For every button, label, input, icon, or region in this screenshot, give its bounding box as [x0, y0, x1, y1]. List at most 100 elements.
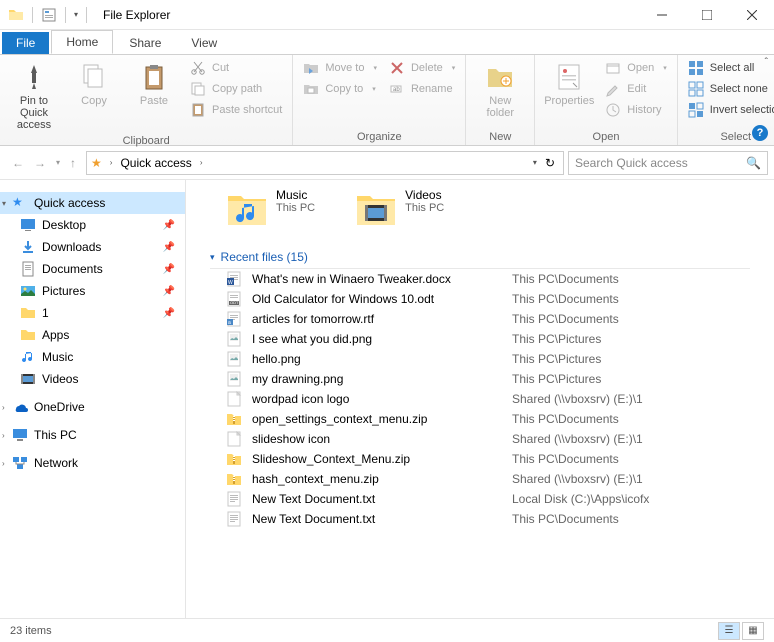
file-row[interactable]: open_settings_context_menu.zipThis PC\Do…: [210, 409, 770, 429]
folder-icon: [8, 7, 24, 23]
folder-name: Videos: [405, 188, 444, 202]
file-icon: [226, 431, 242, 447]
file-name: New Text Document.txt: [252, 512, 512, 526]
sidebar-item-music[interactable]: Music: [0, 346, 185, 368]
tab-share[interactable]: Share: [115, 32, 175, 54]
folder-tile[interactable]: MusicThis PC: [226, 188, 315, 230]
details-view-button[interactable]: ☰: [718, 622, 740, 640]
title-bar: ▾ File Explorer: [0, 0, 774, 30]
file-row[interactable]: I see what you did.pngThis PC\Pictures: [210, 329, 770, 349]
sidebar-item-documents[interactable]: Documents📌: [0, 258, 185, 280]
file-icon: [226, 331, 242, 347]
file-location: Shared (\\vboxsrv) (E:)\1: [512, 472, 643, 486]
address-dropdown-icon[interactable]: ▾: [533, 158, 537, 167]
properties-button[interactable]: Properties: [541, 59, 597, 109]
file-row[interactable]: Slideshow_Context_Menu.zipThis PC\Docume…: [210, 449, 770, 469]
properties-icon[interactable]: [41, 7, 57, 23]
recent-files-header[interactable]: ▾ Recent files (15): [210, 246, 750, 269]
copy-to-button[interactable]: Copy to▾: [299, 80, 381, 98]
file-row[interactable]: hash_context_menu.zipShared (\\vboxsrv) …: [210, 469, 770, 489]
search-icon: 🔍: [746, 156, 761, 170]
folder-location: This PC: [276, 202, 315, 214]
select-all-button[interactable]: Select all: [684, 59, 774, 77]
rename-button[interactable]: abRename: [385, 80, 459, 98]
sidebar-item-1[interactable]: 1📌: [0, 302, 185, 324]
new-folder-button[interactable]: New folder: [472, 59, 528, 121]
minimize-button[interactable]: [639, 0, 684, 30]
folder-location: This PC: [405, 202, 444, 214]
sidebar-item-desktop[interactable]: Desktop📌: [0, 214, 185, 236]
folder-name: Music: [276, 188, 315, 202]
sidebar-item-quick-access[interactable]: ▾★Quick access: [0, 192, 185, 214]
close-button[interactable]: [729, 0, 774, 30]
file-name: wordpad icon logo: [252, 392, 512, 406]
tab-view[interactable]: View: [177, 32, 231, 54]
file-name: my drawning.png: [252, 372, 512, 386]
recent-locations-button[interactable]: ▾: [56, 158, 60, 167]
maximize-button[interactable]: [684, 0, 729, 30]
back-button[interactable]: ←: [12, 156, 24, 170]
paste-shortcut-button[interactable]: Paste shortcut: [186, 101, 286, 119]
sidebar-item-onedrive[interactable]: ›OneDrive: [0, 396, 185, 418]
file-row[interactable]: WWhat's new in Winaero Tweaker.docxThis …: [210, 269, 770, 289]
move-to-button[interactable]: Move to▾: [299, 59, 381, 77]
svg-text:a: a: [228, 320, 231, 326]
file-icon: [226, 451, 242, 467]
pin-icon: 📌: [163, 264, 175, 275]
copy-path-button[interactable]: Copy path: [186, 80, 286, 98]
help-button[interactable]: ?: [752, 125, 768, 141]
file-row[interactable]: slideshow iconShared (\\vboxsrv) (E:)\1: [210, 429, 770, 449]
address-bar[interactable]: ★ › Quick access › ▾ ↻: [86, 151, 564, 175]
group-organize-label: Organize: [299, 129, 459, 145]
file-row[interactable]: New Text Document.txtLocal Disk (C:)\App…: [210, 489, 770, 509]
file-row[interactable]: wordpad icon logoShared (\\vboxsrv) (E:)…: [210, 389, 770, 409]
forward-button[interactable]: →: [34, 156, 46, 170]
qat-dropdown-icon[interactable]: ▾: [74, 10, 78, 19]
breadcrumb[interactable]: Quick access: [120, 156, 191, 170]
group-clipboard-label: Clipboard: [6, 133, 286, 149]
file-row[interactable]: hello.pngThis PC\Pictures: [210, 349, 770, 369]
open-button[interactable]: Open▾: [601, 59, 670, 77]
up-button[interactable]: ↑: [70, 156, 76, 170]
file-location: This PC\Documents: [512, 292, 619, 306]
file-name: New Text Document.txt: [252, 492, 512, 506]
file-location: Shared (\\vboxsrv) (E:)\1: [512, 432, 643, 446]
sidebar-item-downloads[interactable]: Downloads📌: [0, 236, 185, 258]
paste-button[interactable]: Paste: [126, 59, 182, 109]
delete-button[interactable]: Delete▾: [385, 59, 459, 77]
file-name: open_settings_context_menu.zip: [252, 412, 512, 426]
file-row[interactable]: New Text Document.txtThis PC\Documents: [210, 509, 770, 529]
select-none-button[interactable]: Select none: [684, 80, 774, 98]
cut-button[interactable]: Cut: [186, 59, 286, 77]
file-icon: ODT: [226, 291, 242, 307]
refresh-button[interactable]: ↻: [545, 156, 555, 170]
file-row[interactable]: my drawning.pngThis PC\Pictures: [210, 369, 770, 389]
file-row[interactable]: ODTOld Calculator for Windows 10.odtThis…: [210, 289, 770, 309]
tab-file[interactable]: File: [2, 32, 49, 54]
sidebar-item-this-pc[interactable]: ›This PC: [0, 424, 185, 446]
chevron-right-icon[interactable]: ›: [106, 158, 117, 167]
file-name: hello.png: [252, 352, 512, 366]
sidebar-item-apps[interactable]: Apps: [0, 324, 185, 346]
sidebar-item-videos[interactable]: Videos: [0, 368, 185, 390]
group-open-label: Open: [541, 129, 670, 145]
history-button[interactable]: History: [601, 101, 670, 119]
invert-selection-button[interactable]: Invert selection: [684, 101, 774, 119]
folder-tile[interactable]: VideosThis PC: [355, 188, 444, 230]
file-location: This PC\Pictures: [512, 332, 601, 346]
file-row[interactable]: aarticles for tomorrow.rtfThis PC\Docume…: [210, 309, 770, 329]
icons-view-button[interactable]: ▦: [742, 622, 764, 640]
search-input[interactable]: Search Quick access 🔍: [568, 151, 768, 175]
folder-icon: [226, 188, 268, 230]
copy-button[interactable]: Copy: [66, 59, 122, 109]
file-location: Local Disk (C:)\Apps\icofx: [512, 492, 649, 506]
tab-home[interactable]: Home: [51, 30, 113, 54]
sidebar-item-network[interactable]: ›Network: [0, 452, 185, 474]
chevron-right-icon[interactable]: ›: [196, 158, 207, 167]
collapse-ribbon-icon[interactable]: ˆ: [765, 57, 768, 68]
pin-quick-access-button[interactable]: Pin to Quick access: [6, 59, 62, 133]
edit-button[interactable]: Edit: [601, 80, 670, 98]
file-icon: [226, 371, 242, 387]
file-name: slideshow icon: [252, 432, 512, 446]
sidebar-item-pictures[interactable]: Pictures📌: [0, 280, 185, 302]
